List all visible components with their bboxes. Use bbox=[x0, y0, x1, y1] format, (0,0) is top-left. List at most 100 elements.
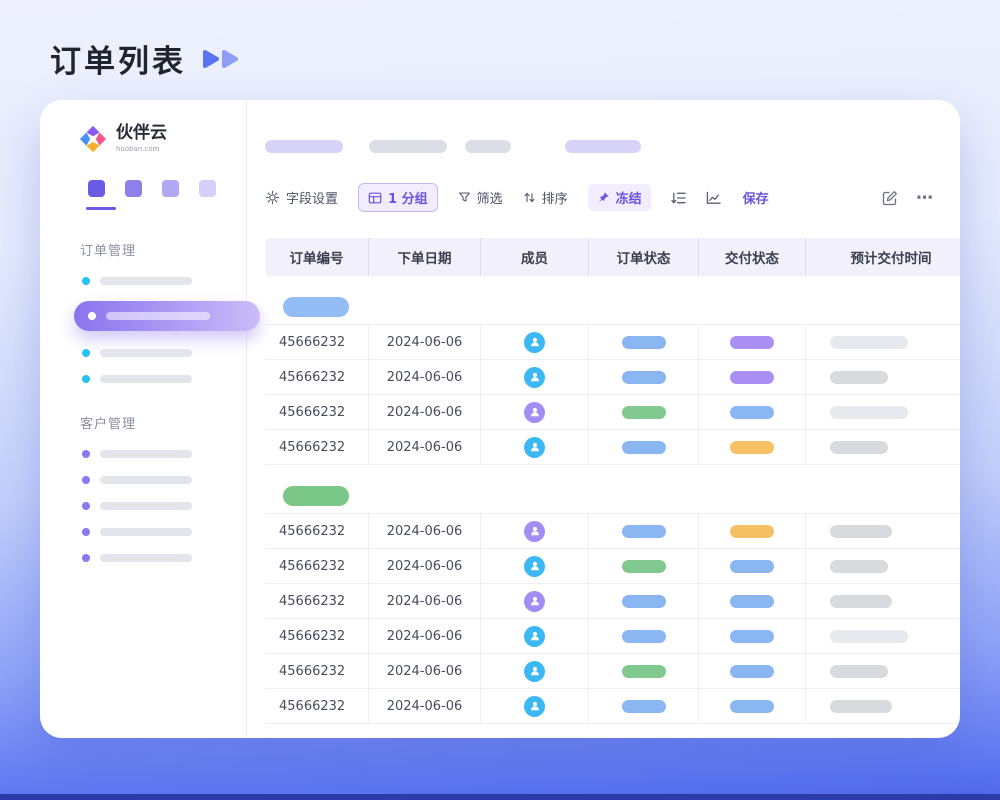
sidebar-item[interactable] bbox=[82, 450, 246, 458]
order-number-cell[interactable]: 45666232 bbox=[265, 360, 369, 394]
member-cell[interactable] bbox=[481, 584, 589, 618]
filter-button[interactable]: 筛选 bbox=[458, 188, 503, 207]
delivery-status-cell[interactable] bbox=[699, 549, 806, 583]
member-cell[interactable] bbox=[481, 430, 589, 464]
eta-cell[interactable] bbox=[806, 584, 960, 618]
delivery-status-cell[interactable] bbox=[699, 514, 806, 548]
logo[interactable]: 伙伴云 huoban.com bbox=[78, 124, 246, 154]
eta-cell[interactable] bbox=[806, 689, 960, 723]
member-cell[interactable] bbox=[481, 395, 589, 429]
workspace-tab-4[interactable] bbox=[199, 180, 216, 197]
workspace-tab-1[interactable] bbox=[88, 180, 105, 197]
save-button[interactable]: 保存 bbox=[743, 188, 769, 207]
order-number-cell[interactable]: 45666232 bbox=[265, 584, 369, 618]
table-row[interactable]: 456662322024-06-06 bbox=[265, 360, 960, 395]
sidebar-item[interactable] bbox=[82, 349, 246, 357]
order-status-cell[interactable] bbox=[589, 514, 699, 548]
table-row[interactable]: 456662322024-06-06 bbox=[265, 689, 960, 724]
order-number-cell[interactable]: 45666232 bbox=[265, 549, 369, 583]
row-height-icon[interactable] bbox=[671, 191, 686, 205]
order-date-cell[interactable]: 2024-06-06 bbox=[369, 584, 481, 618]
delivery-status-cell[interactable] bbox=[699, 584, 806, 618]
delivery-status-cell[interactable] bbox=[699, 619, 806, 653]
field-settings-button[interactable]: 字段设置 bbox=[265, 188, 338, 207]
column-header-6[interactable]: 预计交付时间 bbox=[806, 238, 960, 276]
order-status-cell[interactable] bbox=[589, 325, 699, 359]
delivery-status-cell[interactable] bbox=[699, 654, 806, 688]
member-cell[interactable] bbox=[481, 514, 589, 548]
member-cell[interactable] bbox=[481, 549, 589, 583]
edit-icon[interactable] bbox=[882, 190, 898, 206]
sidebar-item[interactable] bbox=[82, 554, 246, 562]
delivery-status-cell[interactable] bbox=[699, 689, 806, 723]
order-date-cell[interactable]: 2024-06-06 bbox=[369, 549, 481, 583]
order-number-cell[interactable]: 45666232 bbox=[265, 514, 369, 548]
delivery-status-cell[interactable] bbox=[699, 395, 806, 429]
order-date-cell[interactable]: 2024-06-06 bbox=[369, 619, 481, 653]
order-status-cell[interactable] bbox=[589, 549, 699, 583]
order-number-cell[interactable]: 45666232 bbox=[265, 654, 369, 688]
order-status-cell[interactable] bbox=[589, 430, 699, 464]
order-date-cell[interactable]: 2024-06-06 bbox=[369, 689, 481, 723]
column-header-1[interactable]: 订单编号 bbox=[265, 238, 369, 276]
column-header-4[interactable]: 订单状态 bbox=[589, 238, 699, 276]
order-status-cell[interactable] bbox=[589, 395, 699, 429]
eta-cell[interactable] bbox=[806, 360, 960, 394]
chart-icon[interactable] bbox=[706, 191, 721, 205]
order-date-cell[interactable]: 2024-06-06 bbox=[369, 325, 481, 359]
member-cell[interactable] bbox=[481, 689, 589, 723]
order-number-cell[interactable]: 45666232 bbox=[265, 430, 369, 464]
order-date-cell[interactable]: 2024-06-06 bbox=[369, 395, 481, 429]
sidebar-item[interactable] bbox=[82, 375, 246, 383]
sidebar-item-active[interactable] bbox=[74, 301, 260, 331]
table-row[interactable]: 456662322024-06-06 bbox=[265, 325, 960, 360]
member-cell[interactable] bbox=[481, 654, 589, 688]
workspace-tab-2[interactable] bbox=[125, 180, 142, 197]
sidebar-item[interactable] bbox=[82, 528, 246, 536]
delivery-status-cell[interactable] bbox=[699, 430, 806, 464]
order-date-cell[interactable]: 2024-06-06 bbox=[369, 360, 481, 394]
more-button[interactable]: ⋯ bbox=[916, 188, 934, 208]
delivery-status-cell[interactable] bbox=[699, 360, 806, 394]
eta-cell[interactable] bbox=[806, 619, 960, 653]
order-number-cell[interactable]: 45666232 bbox=[265, 619, 369, 653]
eta-cell[interactable] bbox=[806, 430, 960, 464]
member-cell[interactable] bbox=[481, 619, 589, 653]
eta-cell[interactable] bbox=[806, 395, 960, 429]
table-row[interactable]: 456662322024-06-06 bbox=[265, 584, 960, 619]
column-header-5[interactable]: 交付状态 bbox=[699, 238, 806, 276]
sidebar-item[interactable] bbox=[82, 476, 246, 484]
order-status-cell[interactable] bbox=[589, 360, 699, 394]
table-row[interactable]: 456662322024-06-06 bbox=[265, 514, 960, 549]
group-header-row[interactable] bbox=[265, 478, 960, 514]
table-row[interactable]: 456662322024-06-06 bbox=[265, 619, 960, 654]
sidebar-item[interactable] bbox=[82, 502, 246, 510]
freeze-button[interactable]: 冻结 bbox=[588, 184, 651, 211]
eta-cell[interactable] bbox=[806, 654, 960, 688]
order-number-cell[interactable]: 45666232 bbox=[265, 395, 369, 429]
eta-cell[interactable] bbox=[806, 549, 960, 583]
order-status-cell[interactable] bbox=[589, 689, 699, 723]
group-button[interactable]: 1 分组 bbox=[358, 183, 438, 212]
table-row[interactable]: 456662322024-06-06 bbox=[265, 395, 960, 430]
eta-cell[interactable] bbox=[806, 325, 960, 359]
table-row[interactable]: 456662322024-06-06 bbox=[265, 549, 960, 584]
table-row[interactable]: 456662322024-06-06 bbox=[265, 654, 960, 689]
member-cell[interactable] bbox=[481, 360, 589, 394]
order-number-cell[interactable]: 45666232 bbox=[265, 325, 369, 359]
column-header-3[interactable]: 成员 bbox=[481, 238, 589, 276]
order-status-cell[interactable] bbox=[589, 584, 699, 618]
sidebar-item[interactable] bbox=[82, 277, 246, 285]
order-status-cell[interactable] bbox=[589, 654, 699, 688]
order-number-cell[interactable]: 45666232 bbox=[265, 689, 369, 723]
group-header-row[interactable] bbox=[265, 289, 960, 325]
column-header-2[interactable]: 下单日期 bbox=[369, 238, 481, 276]
order-date-cell[interactable]: 2024-06-06 bbox=[369, 430, 481, 464]
delivery-status-cell[interactable] bbox=[699, 325, 806, 359]
order-date-cell[interactable]: 2024-06-06 bbox=[369, 514, 481, 548]
order-date-cell[interactable]: 2024-06-06 bbox=[369, 654, 481, 688]
workspace-tab-3[interactable] bbox=[162, 180, 179, 197]
eta-cell[interactable] bbox=[806, 514, 960, 548]
table-row[interactable]: 456662322024-06-06 bbox=[265, 430, 960, 465]
sort-button[interactable]: 排序 bbox=[523, 188, 568, 207]
